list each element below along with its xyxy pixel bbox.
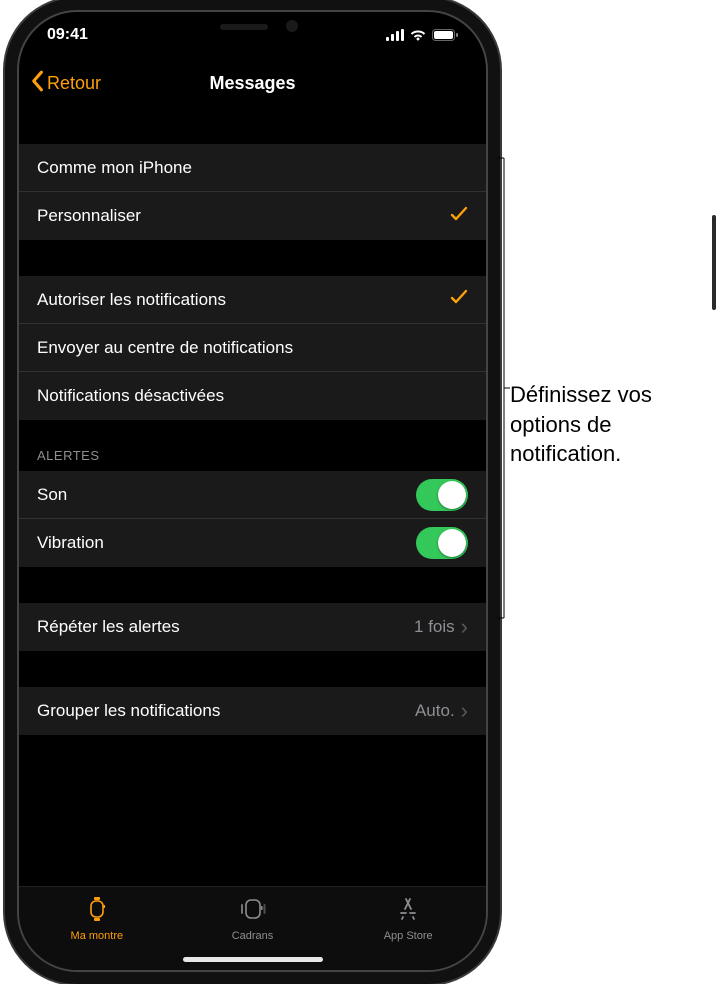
- row-label: Son: [37, 485, 67, 505]
- watch-icon: [82, 895, 112, 926]
- tab-label: Ma montre: [71, 930, 124, 942]
- tab-app-store[interactable]: App Store: [330, 887, 486, 970]
- row-custom[interactable]: Personnaliser: [19, 192, 486, 240]
- alerts-header: ALERTES: [19, 420, 486, 471]
- wifi-icon: [410, 29, 426, 41]
- ringer-switch: [5, 130, 9, 162]
- row-label: Vibration: [37, 533, 104, 553]
- row-sound: Son: [19, 471, 486, 519]
- row-group-notifications[interactable]: Grouper les notifications Auto. ›: [19, 687, 486, 735]
- row-notifications-off[interactable]: Notifications désactivées: [19, 372, 486, 420]
- row-allow-notifications[interactable]: Autoriser les notifications: [19, 276, 486, 324]
- callout-bracket: [498, 158, 508, 618]
- callout-text: Définissez vos options de notification.: [510, 380, 710, 469]
- row-value: 1 fois: [414, 617, 455, 637]
- row-send-to-center[interactable]: Envoyer au centre de notifications: [19, 324, 486, 372]
- alerts-group: ALERTES Son Vibration: [19, 420, 486, 567]
- grouping-group: Grouper les notifications Auto. ›: [19, 687, 486, 735]
- tab-bar: Ma montre Cadrans App Store: [19, 886, 486, 970]
- back-button[interactable]: Retour: [29, 70, 101, 97]
- row-label: Envoyer au centre de notifications: [37, 338, 293, 358]
- phone-frame: 09:41 Retour Messages Comme mon iPhone: [17, 10, 488, 972]
- volume-down-button: [5, 265, 9, 327]
- repeat-group: Répéter les alertes 1 fois ›: [19, 603, 486, 651]
- cellular-signal-icon: [386, 29, 404, 41]
- page-title: Messages: [209, 73, 295, 94]
- faces-icon: [238, 895, 268, 926]
- row-label: Autoriser les notifications: [37, 290, 226, 310]
- chevron-right-icon: ›: [461, 700, 468, 722]
- checkmark-icon: [450, 205, 468, 228]
- notifications-group: Autoriser les notifications Envoyer au c…: [19, 276, 486, 420]
- row-label: Comme mon iPhone: [37, 158, 192, 178]
- status-time: 09:41: [47, 26, 88, 44]
- row-label: Notifications désactivées: [37, 386, 224, 406]
- chevron-right-icon: ›: [461, 616, 468, 638]
- volume-up-button: [5, 190, 9, 252]
- row-mirror-iphone[interactable]: Comme mon iPhone: [19, 144, 486, 192]
- power-button: [712, 215, 716, 310]
- row-label: Grouper les notifications: [37, 701, 220, 721]
- nav-bar: Retour Messages: [19, 58, 486, 108]
- vibration-toggle[interactable]: [416, 527, 468, 559]
- home-indicator[interactable]: [183, 957, 323, 962]
- row-value: Auto.: [415, 701, 455, 721]
- row-repeat-alerts[interactable]: Répéter les alertes 1 fois ›: [19, 603, 486, 651]
- row-vibration: Vibration: [19, 519, 486, 567]
- tab-my-watch[interactable]: Ma montre: [19, 887, 175, 970]
- tab-label: Cadrans: [232, 930, 274, 942]
- battery-icon: [432, 29, 458, 41]
- back-label: Retour: [47, 73, 101, 94]
- sound-toggle[interactable]: [416, 479, 468, 511]
- checkmark-icon: [450, 288, 468, 311]
- app-store-icon: [393, 895, 423, 926]
- notch: [148, 12, 358, 44]
- content-area: Comme mon iPhone Personnaliser Autoriser…: [19, 108, 486, 886]
- tab-label: App Store: [384, 930, 433, 942]
- row-label: Personnaliser: [37, 206, 141, 226]
- mirror-group: Comme mon iPhone Personnaliser: [19, 144, 486, 240]
- row-label: Répéter les alertes: [37, 617, 180, 637]
- chevron-left-icon: [29, 70, 45, 97]
